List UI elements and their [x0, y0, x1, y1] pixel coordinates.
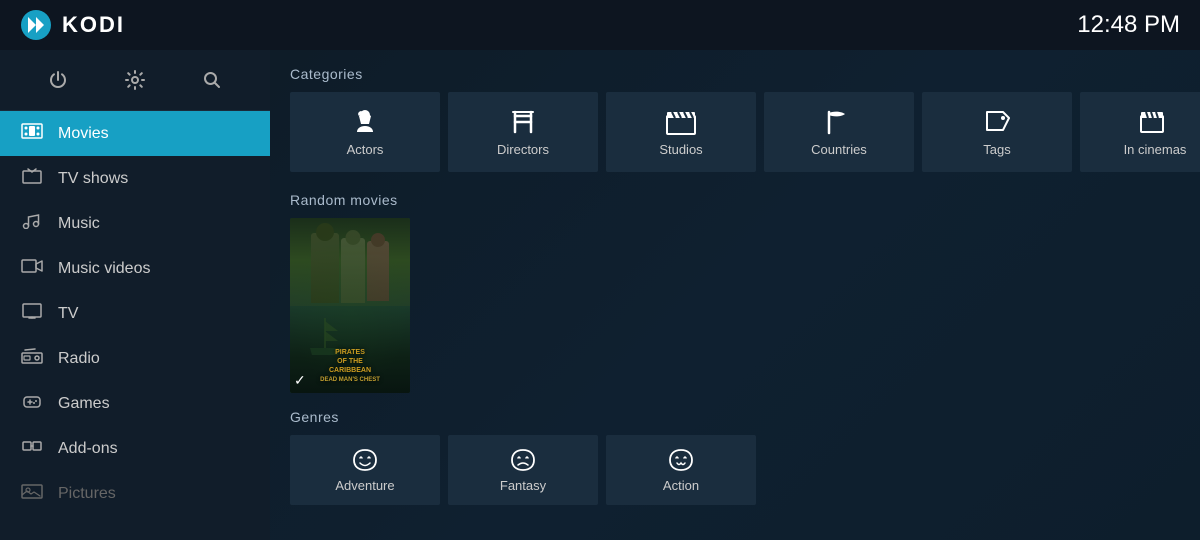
- sidebar-item-movies[interactable]: Movies: [0, 111, 270, 156]
- power-button[interactable]: [40, 62, 76, 98]
- category-tile-actors[interactable]: Actors: [290, 92, 440, 172]
- music-icon: [20, 213, 44, 234]
- sidebar-item-music-videos[interactable]: Music videos: [0, 246, 270, 291]
- genre-tile-fantasy[interactable]: Fantasy: [448, 435, 598, 505]
- sidebar-item-pictures[interactable]: Pictures: [0, 471, 270, 516]
- countries-icon: [823, 108, 855, 136]
- studios-icon: [663, 108, 699, 136]
- sidebar-item-movies-label: Movies: [58, 125, 109, 143]
- sidebar-item-pictures-label: Pictures: [58, 485, 116, 503]
- genre-tile-adventure[interactable]: Adventure: [290, 435, 440, 505]
- category-tile-tags-label: Tags: [983, 142, 1010, 157]
- music-videos-icon: [20, 258, 44, 279]
- sidebar-nav: Movies TV shows: [0, 111, 270, 540]
- genre-tile-fantasy-label: Fantasy: [500, 478, 546, 493]
- sidebar-item-games-label: Games: [58, 395, 110, 413]
- clock-display: 12:48 PM: [1077, 11, 1180, 39]
- fantasy-icon: [508, 447, 538, 473]
- sidebar-item-tv-shows-label: TV shows: [58, 170, 128, 188]
- sidebar-item-music[interactable]: Music: [0, 201, 270, 246]
- category-tile-in-cinemas[interactable]: In cinemas: [1080, 92, 1200, 172]
- tv-icon: [20, 303, 44, 324]
- sidebar-item-games[interactable]: Games: [0, 381, 270, 426]
- category-tile-tags[interactable]: Tags: [922, 92, 1072, 172]
- main-layout: Movies TV shows: [0, 50, 1200, 540]
- add-ons-icon: [20, 438, 44, 459]
- games-icon: [20, 393, 44, 414]
- category-tile-studios-label: Studios: [659, 142, 702, 157]
- sidebar-item-radio[interactable]: Radio: [0, 336, 270, 381]
- category-tile-studios[interactable]: Studios: [606, 92, 756, 172]
- movie-checkmark: ✓: [294, 372, 306, 389]
- random-movies-title: Random movies: [290, 192, 1180, 208]
- top-bar: KODI 12:48 PM: [0, 0, 1200, 50]
- kodi-logo-text: KODI: [62, 12, 125, 38]
- actors-icon: [349, 108, 381, 136]
- logo-area: KODI: [20, 9, 125, 41]
- category-tile-in-cinemas-label: In cinemas: [1124, 142, 1187, 157]
- sidebar-item-radio-label: Radio: [58, 350, 100, 368]
- sidebar-item-music-videos-label: Music videos: [58, 260, 150, 278]
- genre-tile-action[interactable]: Action: [606, 435, 756, 505]
- category-tile-countries-label: Countries: [811, 142, 867, 157]
- sidebar-item-add-ons-label: Add-ons: [58, 440, 118, 458]
- sidebar-item-tv-shows[interactable]: TV shows: [0, 156, 270, 201]
- action-icon: [666, 447, 696, 473]
- movie-poster[interactable]: PIRATESOF THECARIBBEANDEAD MAN'S CHEST ✓: [290, 218, 410, 393]
- categories-title: Categories: [290, 66, 1180, 82]
- category-tile-actors-label: Actors: [347, 142, 384, 157]
- search-button[interactable]: [194, 62, 230, 98]
- settings-button[interactable]: [117, 62, 153, 98]
- tv-shows-icon: [20, 168, 44, 189]
- directors-icon: [507, 108, 539, 136]
- adventure-icon: [350, 447, 380, 473]
- categories-row: Actors Directors: [290, 92, 1180, 172]
- sidebar-item-music-label: Music: [58, 215, 100, 233]
- movie-title-overlay: PIRATESOF THECARIBBEANDEAD MAN'S CHEST: [290, 348, 410, 385]
- pictures-icon: [20, 483, 44, 504]
- sidebar: Movies TV shows: [0, 50, 270, 540]
- genre-tile-adventure-label: Adventure: [335, 478, 394, 493]
- in-cinemas-icon: [1137, 108, 1173, 136]
- genres-title: Genres: [290, 409, 1180, 425]
- genres-row: Adventure Fantasy: [290, 435, 1180, 505]
- sidebar-item-tv-label: TV: [58, 305, 78, 323]
- genre-tile-action-label: Action: [663, 478, 699, 493]
- random-movies-section: Random movies: [290, 192, 1180, 393]
- content-area: Categories Actors: [270, 50, 1200, 540]
- category-tile-countries[interactable]: Countries: [764, 92, 914, 172]
- sidebar-top-icons: [0, 50, 270, 111]
- category-tile-directors[interactable]: Directors: [448, 92, 598, 172]
- movies-icon: [20, 123, 44, 144]
- category-tile-directors-label: Directors: [497, 142, 549, 157]
- sidebar-item-tv[interactable]: TV: [0, 291, 270, 336]
- kodi-logo-icon: [20, 9, 52, 41]
- sidebar-item-add-ons[interactable]: Add-ons: [0, 426, 270, 471]
- radio-icon: [20, 348, 44, 369]
- pirates-caribbean-poster: PIRATESOF THECARIBBEANDEAD MAN'S CHEST: [290, 218, 410, 393]
- tags-icon: [981, 108, 1013, 136]
